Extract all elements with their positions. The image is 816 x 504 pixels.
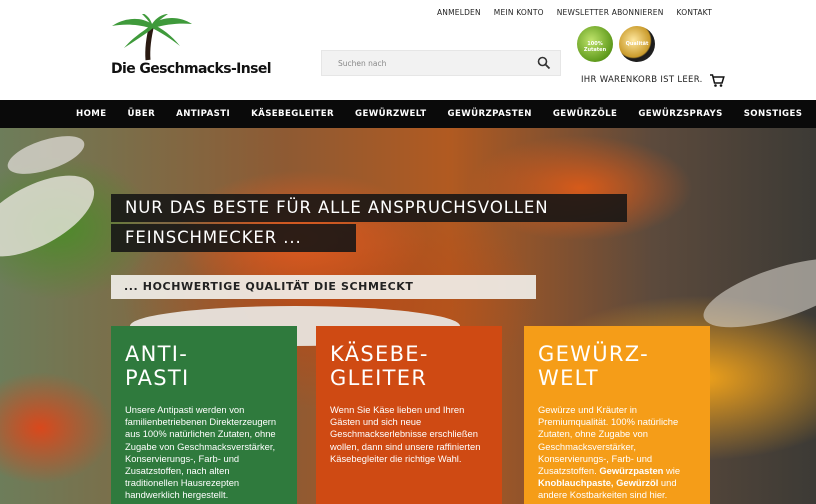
card-text: Unsere Antipasti werden von familienbetr… [125, 404, 277, 501]
card-title-line: KÄSEBE- [330, 342, 429, 366]
nav-item-home[interactable]: HOME [76, 100, 107, 128]
zutaten-seal-icon: 100% Zutaten [577, 26, 613, 62]
card-title-line: PASTI [125, 366, 190, 390]
nav-item-gewuerzpasten[interactable]: GEWÜRZPASTEN [448, 100, 532, 128]
nav-item-gewuerzwelt[interactable]: GEWÜRZWELT [355, 100, 427, 128]
hero-headline: FEINSCHMECKER ... [111, 224, 356, 252]
card-text-bold: Knoblauchpaste, Gewürzöl [538, 477, 659, 489]
card-title-line: ANTI- [125, 342, 189, 366]
card-gewuerzwelt[interactable]: GEWÜRZ- WELT Gewürze und Kräuter in Prem… [524, 326, 710, 504]
logo[interactable]: Die Geschmacks-Insel [110, 14, 276, 86]
card-title-line: WELT [538, 366, 599, 390]
card-text: Gewürze und Kräuter in Premiumqualität. … [538, 404, 696, 502]
cart-status: IHR WARENKORB IST LEER. [581, 75, 703, 85]
card-title-line: GEWÜRZ- [538, 342, 649, 366]
logo-text: Die Geschmacks-Insel [111, 61, 272, 77]
cart[interactable]: IHR WARENKORB IST LEER. [581, 72, 725, 88]
nav-item-sonstiges[interactable]: SONSTIGES [744, 100, 803, 128]
hero-banner: NUR DAS BESTE FÜR ALLE ANSPRUCHSVOLLEN F… [0, 128, 816, 504]
header: Die Geschmacks-Insel ANMELDEN MEIN KONTO… [0, 0, 816, 100]
hero-spoon-shape [696, 244, 816, 342]
qualitaet-seal-icon: Qualität [619, 26, 655, 62]
link-mein-konto[interactable]: MEIN KONTO [494, 8, 544, 17]
card-antipasti[interactable]: ANTI- PASTI Unsere Antipasti werden von … [111, 326, 297, 504]
link-anmelden[interactable]: ANMELDEN [437, 8, 481, 17]
link-newsletter[interactable]: NEWSLETTER ABONNIEREN [557, 8, 664, 17]
card-title: GEWÜRZ- WELT [538, 342, 696, 390]
nav-item-kaesebegleiter[interactable]: KÄSEBEGLEITER [251, 100, 334, 128]
hero-headline: NUR DAS BESTE FÜR ALLE ANSPRUCHSVOLLEN [111, 194, 627, 222]
card-title-line: GLEITER [330, 366, 428, 390]
shopping-cart-icon[interactable] [709, 72, 725, 88]
main-nav: HOME ÜBER UNS ANTIPASTI KÄSEBEGLEITER GE… [0, 100, 816, 147]
search-box [321, 50, 561, 76]
badge-label-zutaten: 100% Zutaten [583, 41, 607, 53]
palm-tree-icon [112, 14, 192, 61]
nav-item-ueber-uns[interactable]: ÜBER UNS [128, 100, 156, 147]
card-kaesebegleiter[interactable]: KÄSEBE- GLEITER Wenn Sie Käse lieben und… [316, 326, 502, 504]
top-links: ANMELDEN MEIN KONTO NEWSLETTER ABONNIERE… [437, 8, 712, 17]
card-text-part: wie [663, 465, 681, 477]
nav-item-gewuerzsprays[interactable]: GEWÜRZSPRAYS [638, 100, 722, 128]
badge-label-qualitaet: Qualität [625, 41, 649, 47]
hero-spoon-shape [3, 128, 89, 182]
nav-item-antipasti[interactable]: ANTIPASTI [176, 100, 230, 128]
nav-item-gewuerzoele[interactable]: GEWÜRZÖLE [553, 100, 617, 128]
hero-subline: ... HOCHWERTIGE QUALITÄT DIE SCHMECKT [111, 275, 536, 299]
card-text: Wenn Sie Käse lieben und Ihren Gästen un… [330, 404, 481, 464]
card-text-bold: Gewürzpasten [599, 465, 664, 477]
card-title: KÄSEBE- GLEITER [330, 342, 488, 390]
link-kontakt[interactable]: KONTAKT [677, 8, 712, 17]
search-icon[interactable] [536, 55, 552, 71]
search-input[interactable] [322, 51, 522, 75]
card-title: ANTI- PASTI [125, 342, 283, 390]
hero-spoon-shape [0, 158, 107, 274]
